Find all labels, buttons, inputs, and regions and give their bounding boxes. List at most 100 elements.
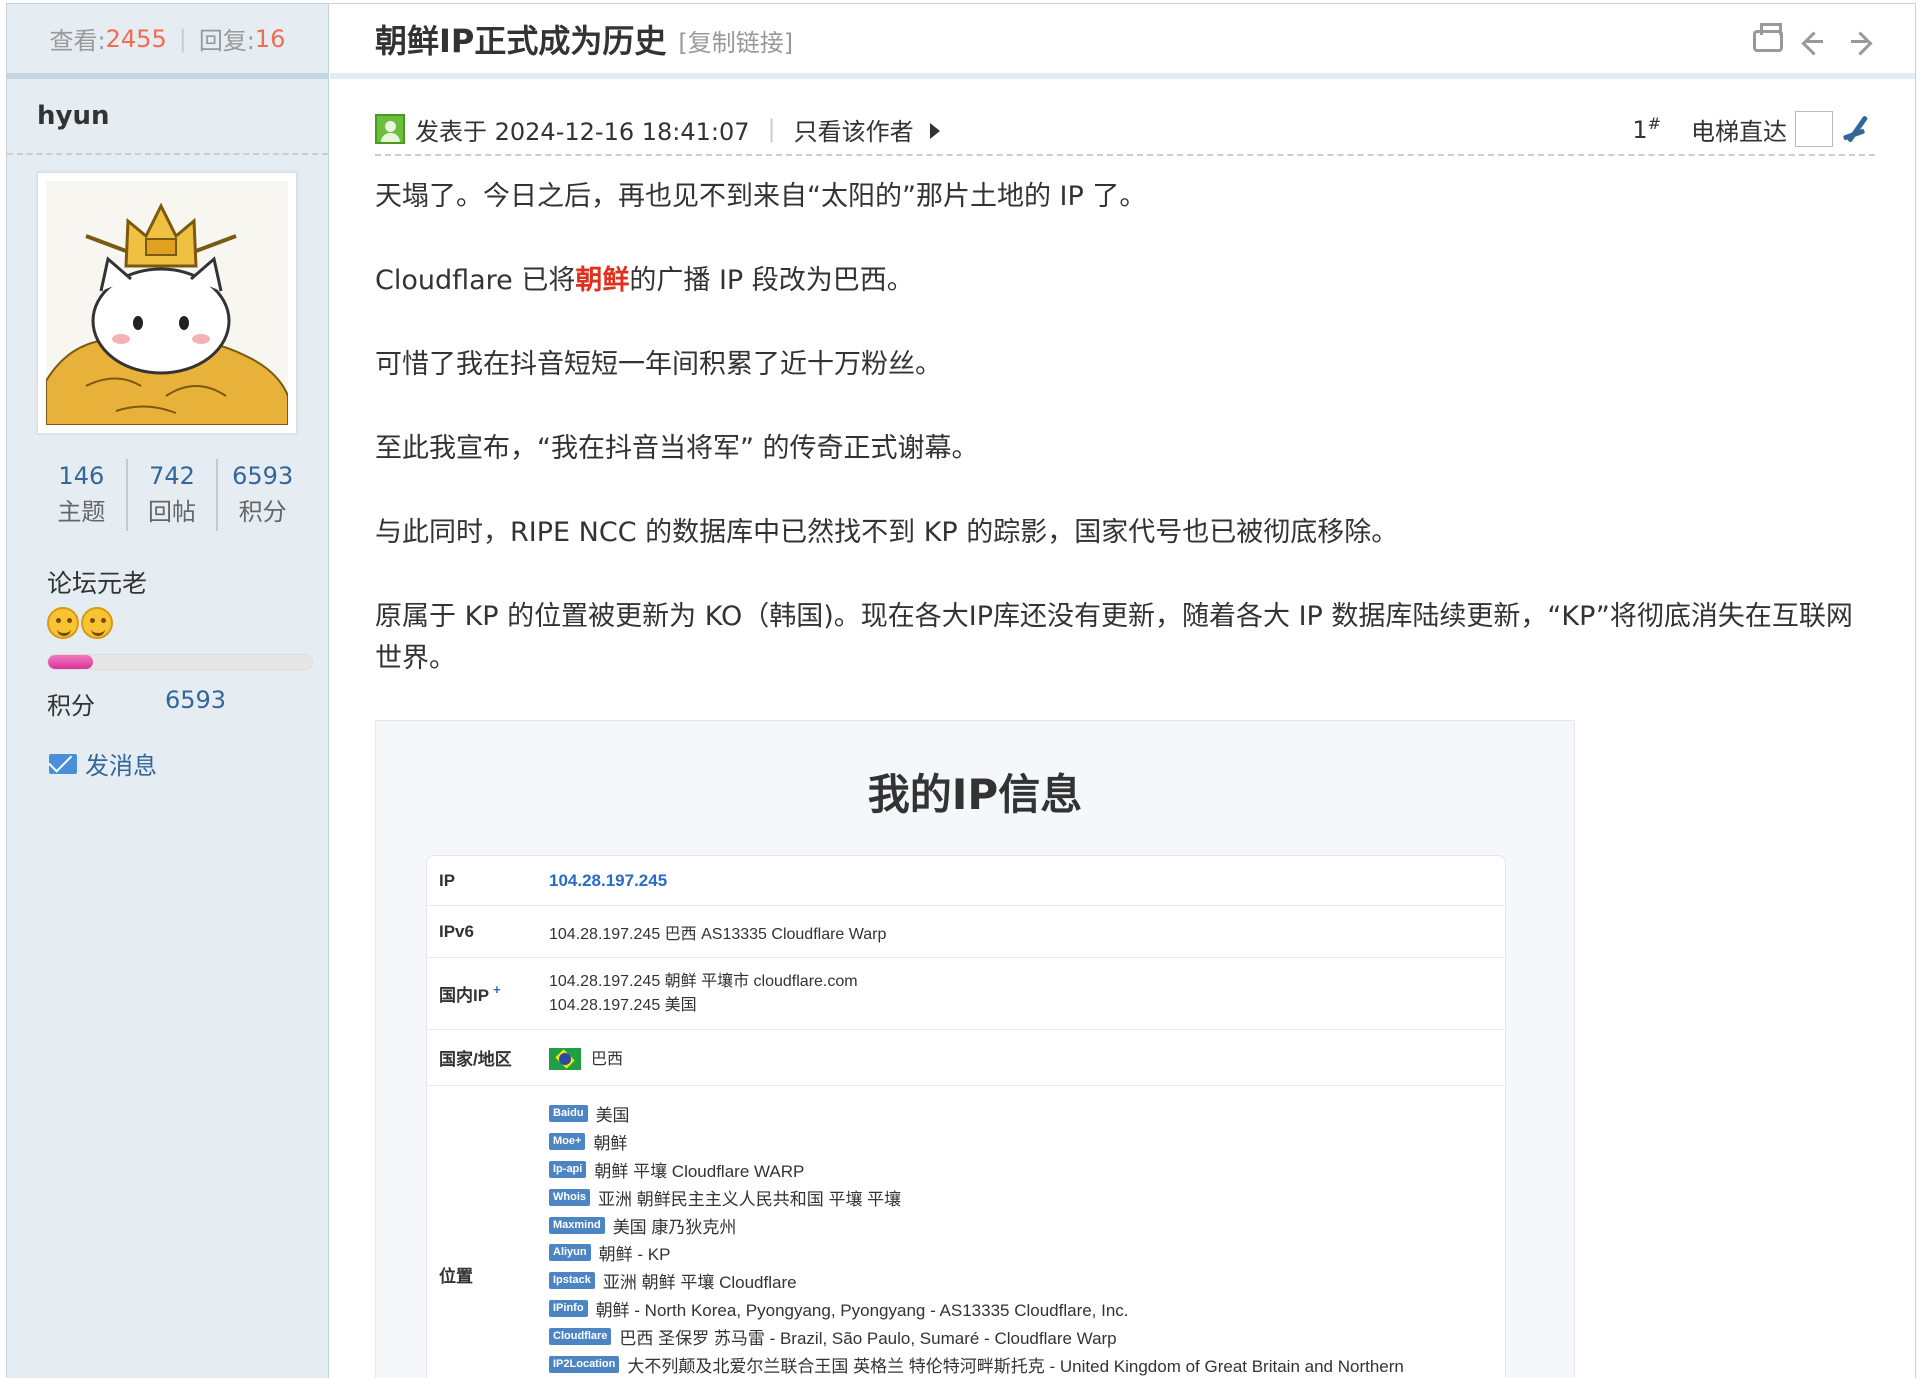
author-counts: 146 主题 742 回帖 6593 积分 [37,459,307,531]
location-text: 亚洲 朝鲜民主主义人民共和国 平壤 平壤 [598,1189,902,1209]
source-tag: IP2Location [549,1355,620,1373]
location-text: 巴西 圣保罗 苏马雷 - Brazil, São Paulo, Sumaré -… [619,1328,1117,1348]
send-message-link[interactable]: 发消息 [49,746,157,781]
ip-info-heading: 我的IP信息 [867,770,1083,819]
table-row: IP 104.28.197.245 [427,856,1505,906]
jump-go-icon[interactable] [1841,112,1875,146]
views-label: 查看: [49,27,106,55]
expand-plus-icon[interactable]: + [493,982,501,997]
source-tag: Aliyun [549,1244,591,1262]
paragraph-2: Cloudflare 已将朝鲜的广播 IP 段改为巴西。 [375,260,1875,302]
row-value-line: 104.28.197.245 美国 [549,996,697,1014]
paragraph-2-a: Cloudflare 已将 [375,265,576,296]
thread-title-bar: 朝鲜IP正式成为历史 [复制链接] [330,4,1915,79]
play-arrow-icon [929,123,940,139]
mail-icon [49,753,77,774]
source-tag: Ip-api [549,1160,587,1178]
list-item: IP2Location 大不列颠及北爱尔兰联合王国 英格兰 特伦特河畔斯托克 - … [549,1350,1505,1378]
paragraph-2-c: 的广播 IP 段改为巴西。 [629,265,914,296]
rank-progress-fill [48,655,93,669]
list-item: Baidu 美国 [549,1100,1505,1128]
row-key: 国家/地区 [439,1050,512,1069]
floor-mark: # [1647,114,1661,133]
floor-jump-input[interactable] [1795,111,1833,147]
paragraph-5: 与此同时，RIPE NCC 的数据库中已然找不到 KP 的踪影，国家代号也已被彻… [375,517,1399,548]
views-count: 2455 [105,24,167,53]
count-points[interactable]: 6593 积分 [218,459,307,531]
source-tag: Cloudflare [549,1327,612,1345]
source-tag: Whois [549,1188,590,1206]
table-row: 国内IP + 104.28.197.245 朝鲜 平壤市 cloudflare.c… [427,958,1505,1030]
table-row: IPv6 104.28.197.245 巴西 AS13335 Cloudflar… [427,906,1505,958]
print-icon[interactable] [1753,23,1783,52]
meta-separator: | [767,115,776,143]
list-item: Cloudflare 巴西 圣保罗 苏马雷 - Brazil, São Paulo… [549,1322,1505,1350]
floor-number[interactable]: 1# [1632,114,1661,144]
source-tag: IPinfo [549,1299,588,1317]
brazil-flag-icon [549,1048,581,1071]
row-value: 104.28.197.245 朝鲜 平壤市 cloudflare.com 104… [549,970,1505,1018]
row-value: 巴西 [549,1045,1505,1071]
user-rank: 论坛元老 [47,569,148,598]
count-value: 742 [149,462,195,490]
source-tag: Maxmind [549,1216,605,1234]
avatar[interactable] [37,172,297,434]
thread-tools [1753,23,1875,58]
list-item: Moe+ 朝鲜 [549,1128,1505,1156]
online-user-icon [375,114,405,144]
copy-link-button[interactable]: [复制链接] [678,23,793,58]
location-text: 大不列颠及北爱尔兰联合王国 英格兰 特伦特河畔斯托克 - United King… [627,1356,1404,1376]
location-text: 美国 [595,1106,630,1126]
author-name[interactable]: hyun [7,79,328,155]
floor-value: 1 [1632,116,1648,144]
count-label: 主题 [57,498,106,526]
post-time: 发表于 2024-12-16 18:41:07 [415,117,750,146]
count-label: 积分 [238,498,287,526]
country-name: 巴西 [591,1050,624,1068]
row-key: 位置 [439,1267,473,1286]
highlight-text: 朝鲜 [575,265,630,296]
cat-avatar-illustration [46,181,288,425]
smile-icon [47,607,79,639]
next-thread-icon[interactable] [1845,28,1875,58]
author-sidebar: 查看: 2455 | 回复: 16 hyun 146 主题 742 回帖 659… [7,4,329,1378]
count-value: 6593 [232,462,294,490]
source-tag: Moe+ [549,1133,586,1151]
ip-address-link[interactable]: 104.28.197.245 [549,871,1505,891]
floor-tools: 1# 电梯直达 [1632,111,1875,147]
list-item: Ip-api 朝鲜 平壤 Cloudflare WARP [549,1156,1505,1184]
thread-stats: 查看: 2455 | 回复: 16 [7,4,328,79]
source-tag: Baidu [549,1105,588,1123]
post-content: 天塌了。今日之后，再也见不到来自“太阳的”那片土地的 IP 了。 Cloudfl… [375,176,1875,722]
points-value: 6593 [165,686,227,714]
author-only-link[interactable]: 只看该作者 [794,112,914,147]
paragraph-1: 天塌了。今日之后，再也见不到来自“太阳的”那片土地的 IP 了。 [375,181,1147,212]
location-text: 朝鲜 - KP [598,1245,671,1265]
ip-info-table: IP 104.28.197.245 IPv6 104.28.197.245 巴西… [426,855,1506,1378]
replies-label: 回复: [198,27,255,55]
paragraph-3: 可惜了我在抖音短短一年间积累了近十万粉丝。 [375,349,942,380]
count-value: 146 [58,462,105,490]
post-area: 朝鲜IP正式成为历史 [复制链接] 发表于 2024-12-16 18:41:0… [330,4,1915,1378]
table-row: 位置 Baidu 美国 Moe+ 朝鲜 Ip-api 朝鲜 平壤 Cloudflare… [427,1086,1505,1378]
list-item: IPinfo 朝鲜 - North Korea, Pyongyang, Pyong… [549,1295,1505,1323]
row-value: 104.28.197.245 巴西 AS13335 Cloudflare War… [549,925,887,943]
count-topics[interactable]: 146 主题 [37,459,128,531]
row-value-line: 104.28.197.245 朝鲜 平壤市 cloudflare.com [549,972,858,990]
avatar-image [46,181,288,425]
points-label: 积分 [47,692,95,720]
forum-post-frame: 查看: 2455 | 回复: 16 hyun 146 主题 742 回帖 659… [6,3,1916,1378]
previous-thread-icon[interactable] [1799,28,1829,58]
row-key: IP [439,870,456,890]
list-item: Maxmind 美国 康乃狄克州 [549,1211,1505,1239]
location-text: 朝鲜 [593,1134,628,1154]
count-replies[interactable]: 742 回帖 [128,459,219,531]
list-item: Aliyun 朝鲜 - KP [549,1239,1505,1267]
ip-info-screenshot[interactable]: 我的IP信息 IP 104.28.197.245 IPv6 104.28.197… [375,720,1575,1378]
list-item: Whois 亚洲 朝鲜民主主义人民共和国 平壤 平壤 [549,1183,1505,1211]
rank-stars [47,607,113,639]
list-item: Ipstack 亚洲 朝鲜 平壤 Cloudflare [549,1267,1505,1295]
row-key: 国内IP + [427,981,549,1006]
count-label: 回帖 [148,498,196,526]
location-text: 朝鲜 平壤 Cloudflare WARP [594,1161,805,1181]
